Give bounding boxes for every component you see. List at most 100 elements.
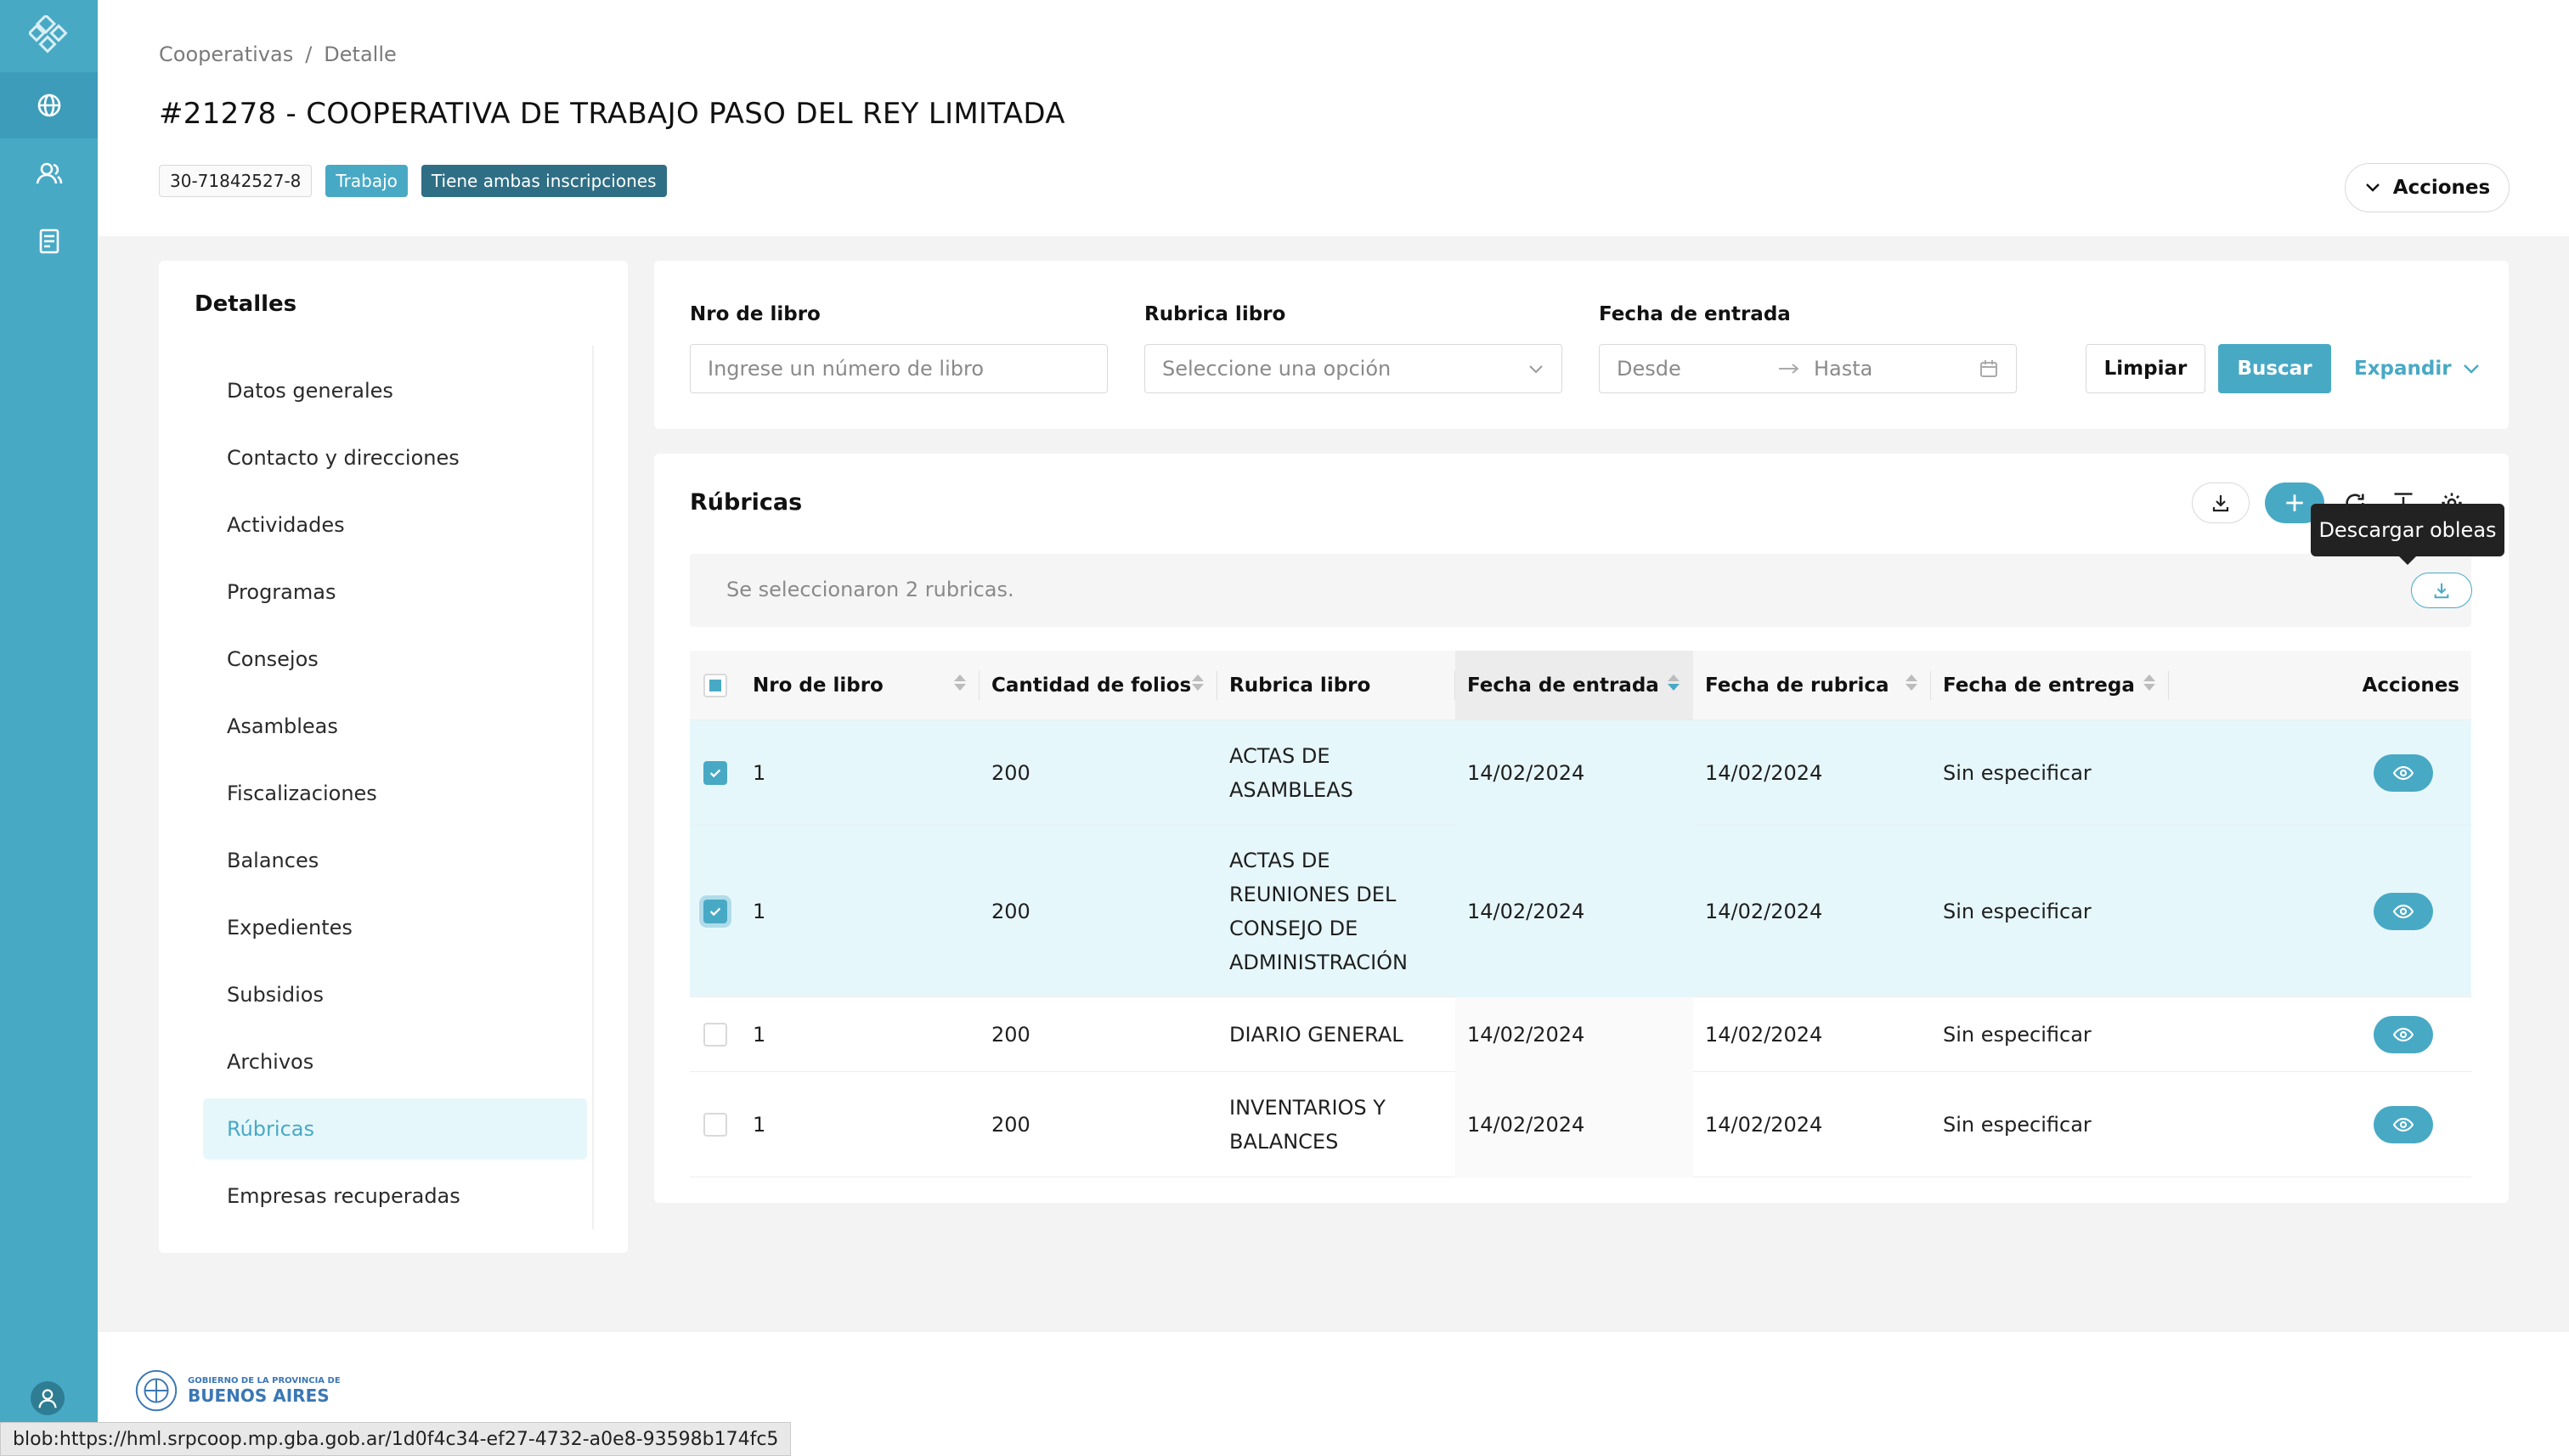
sort-icon [1906, 674, 1917, 691]
column-nro-libro[interactable]: Nro de libro [741, 651, 980, 720]
expandir-label: Expandir [2354, 358, 2452, 380]
chevron-down-icon [1529, 365, 1543, 374]
breadcrumb: Cooperativas / Detalle [159, 42, 409, 66]
eye-icon [2393, 1027, 2414, 1042]
acciones-label: Acciones [2392, 177, 2491, 199]
select-all-checkbox[interactable] [703, 674, 727, 697]
cell-rubrica-libro: ACTAS DE ASAMBLEAS [1229, 739, 1450, 807]
details-nav-item[interactable]: Programas [203, 562, 587, 623]
column-cantidad-folios-label: Cantidad de folios [991, 674, 1192, 697]
column-fecha-rubrica-label: Fecha de rubrica [1705, 674, 1889, 697]
row-checkbox[interactable] [703, 900, 727, 923]
cell-fecha-entrada: 14/02/2024 [1467, 900, 1585, 923]
plus-icon [2286, 494, 2303, 511]
fecha-range-picker[interactable]: Desde Hasta [1599, 344, 2017, 393]
rubrica-line: ASAMBLEAS [1229, 778, 1353, 802]
cell-rubrica-libro: ACTAS DE REUNIONES DEL CONSEJO DE ADMINISTR… [1229, 844, 1450, 979]
globe-icon [37, 93, 60, 117]
details-nav-item[interactable]: Asambleas [203, 696, 587, 757]
column-cantidad-folios[interactable]: Cantidad de folios [980, 651, 1217, 720]
desde-placeholder: Desde [1617, 357, 1681, 381]
details-nav-item[interactable]: Consejos [203, 629, 587, 690]
chevron-down-icon [2365, 183, 2380, 192]
table-row[interactable]: 1 200 ACTAS DE REUNIONES DEL CONSEJO DE ADMIN… [690, 826, 2471, 997]
filter-card: Nro de libro Ingrese un número de libro … [654, 261, 2509, 429]
rubrica-select[interactable]: Seleccione una opción [1144, 344, 1562, 393]
details-nav-item[interactable]: Archivos [203, 1031, 587, 1092]
rubricas-table: Nro de libro Cantidad de folios Rubrica … [690, 651, 2471, 1177]
cell-fecha-rubrica: 14/02/2024 [1705, 1023, 1823, 1047]
type-tag: Trabajo [325, 165, 408, 197]
column-nro-libro-label: Nro de libro [753, 674, 884, 697]
rubrica-line: BALANCES [1229, 1130, 1339, 1154]
cell-rubrica-libro: INVENTARIOS Y BALANCES [1229, 1091, 1450, 1159]
buscar-button[interactable]: Buscar [2218, 344, 2331, 393]
cell-fecha-rubrica: 14/02/2024 [1705, 900, 1823, 923]
details-nav-item[interactable]: Balances [203, 830, 587, 891]
rubrica-line: INVENTARIOS Y [1229, 1096, 1386, 1120]
cell-fecha-rubrica: 14/02/2024 [1705, 761, 1823, 785]
view-button[interactable] [2374, 1106, 2433, 1143]
details-nav-item[interactable]: Datos generales [203, 360, 587, 421]
select-all-cell [690, 651, 741, 720]
descargar-obleas-button[interactable] [2411, 573, 2472, 608]
tag-group: 30-71842527-8 Trabajo Tiene ambas inscri… [159, 165, 667, 197]
gba-logo: GOBIERNO DE LA PROVINCIA DE BUENOS AIRES [132, 1366, 341, 1415]
breadcrumb-detalle: Detalle [324, 42, 397, 66]
view-button[interactable] [2374, 893, 2433, 930]
row-checkbox[interactable] [703, 1023, 727, 1047]
rubrica-line: REUNIONES DEL [1229, 883, 1397, 906]
table-body: 1 200 ACTAS DE ASAMBLEAS 14/02/2024 14/02/202… [690, 720, 2471, 1177]
view-button[interactable] [2374, 754, 2433, 792]
status-bar-url: blob:https://hml.srpcoop.mp.gba.gob.ar/1… [0, 1422, 792, 1456]
document-icon [39, 229, 59, 254]
column-fecha-rubrica[interactable]: Fecha de rubrica [1693, 651, 1931, 720]
sidebar-item-documentos[interactable] [0, 208, 98, 274]
user-avatar[interactable] [31, 1381, 65, 1415]
cell-nro-libro: 1 [753, 1113, 766, 1137]
breadcrumb-separator: / [305, 42, 313, 66]
row-checkbox[interactable] [703, 761, 727, 785]
table-row[interactable]: 1 200 DIARIO GENERAL 14/02/2024 14/02/2024 Si… [690, 997, 2471, 1072]
column-fecha-entrega[interactable]: Fecha de entrega [1931, 651, 2169, 720]
page-title: #21278 - COOPERATIVA DE TRABAJO PASO DEL… [159, 97, 1065, 131]
sidebar-item-cooperativas[interactable] [0, 72, 98, 138]
column-rubrica-libro-label: Rubrica libro [1229, 674, 1371, 697]
download-button[interactable] [2192, 483, 2250, 523]
details-nav-item[interactable]: Subsidios [203, 964, 587, 1025]
libro-placeholder: Ingrese un número de libro [708, 357, 985, 381]
column-fecha-entrada[interactable]: Fecha de entrada [1455, 651, 1693, 720]
cell-nro-libro: 1 [753, 1023, 766, 1047]
cell-fecha-entrega: Sin especificar [1943, 1113, 2092, 1137]
details-nav-item[interactable]: Rúbricas [203, 1098, 587, 1160]
expandir-button[interactable]: Expandir [2354, 344, 2481, 393]
details-card: Detalles Datos generales Contacto y direc… [159, 261, 628, 1253]
logo-line1: GOBIERNO DE LA PROVINCIA DE [188, 1375, 341, 1385]
users-icon [36, 162, 62, 184]
row-checkbox[interactable] [703, 1113, 727, 1137]
check-icon [709, 769, 721, 778]
acciones-dropdown-button[interactable]: Acciones [2345, 163, 2510, 212]
cell-fecha-entrada: 14/02/2024 [1467, 1023, 1585, 1047]
sort-icon [954, 674, 966, 691]
view-button[interactable] [2374, 1016, 2433, 1053]
table-row[interactable]: 1 200 INVENTARIOS Y BALANCES 14/02/2024 14/02… [690, 1072, 2471, 1177]
column-fecha-entrada-label: Fecha de entrada [1467, 674, 1659, 697]
details-nav-item[interactable]: Fiscalizaciones [203, 763, 587, 824]
libro-input[interactable]: Ingrese un número de libro [690, 344, 1108, 393]
sort-icon [2143, 674, 2155, 691]
sidebar-item-usuarios[interactable] [0, 140, 98, 206]
details-nav-item[interactable]: Expedientes [203, 897, 587, 958]
diamond-logo-icon[interactable] [27, 13, 68, 54]
table-row[interactable]: 1 200 ACTAS DE ASAMBLEAS 14/02/2024 14/02/202… [690, 720, 2471, 826]
breadcrumb-cooperativas[interactable]: Cooperativas [159, 42, 293, 66]
download-icon [2212, 495, 2229, 512]
details-scrollbar[interactable] [592, 346, 594, 1229]
limpiar-button[interactable]: Limpiar [2086, 344, 2205, 393]
details-nav-item[interactable]: Contacto y direcciones [203, 427, 587, 488]
details-nav-item[interactable]: Empresas recuperadas [203, 1165, 587, 1227]
details-nav-item[interactable]: Actividades [203, 494, 587, 556]
cell-fecha-entrega: Sin especificar [1943, 1023, 2092, 1047]
column-fecha-entrega-label: Fecha de entrega [1943, 674, 2135, 697]
eye-icon [2393, 1117, 2414, 1132]
